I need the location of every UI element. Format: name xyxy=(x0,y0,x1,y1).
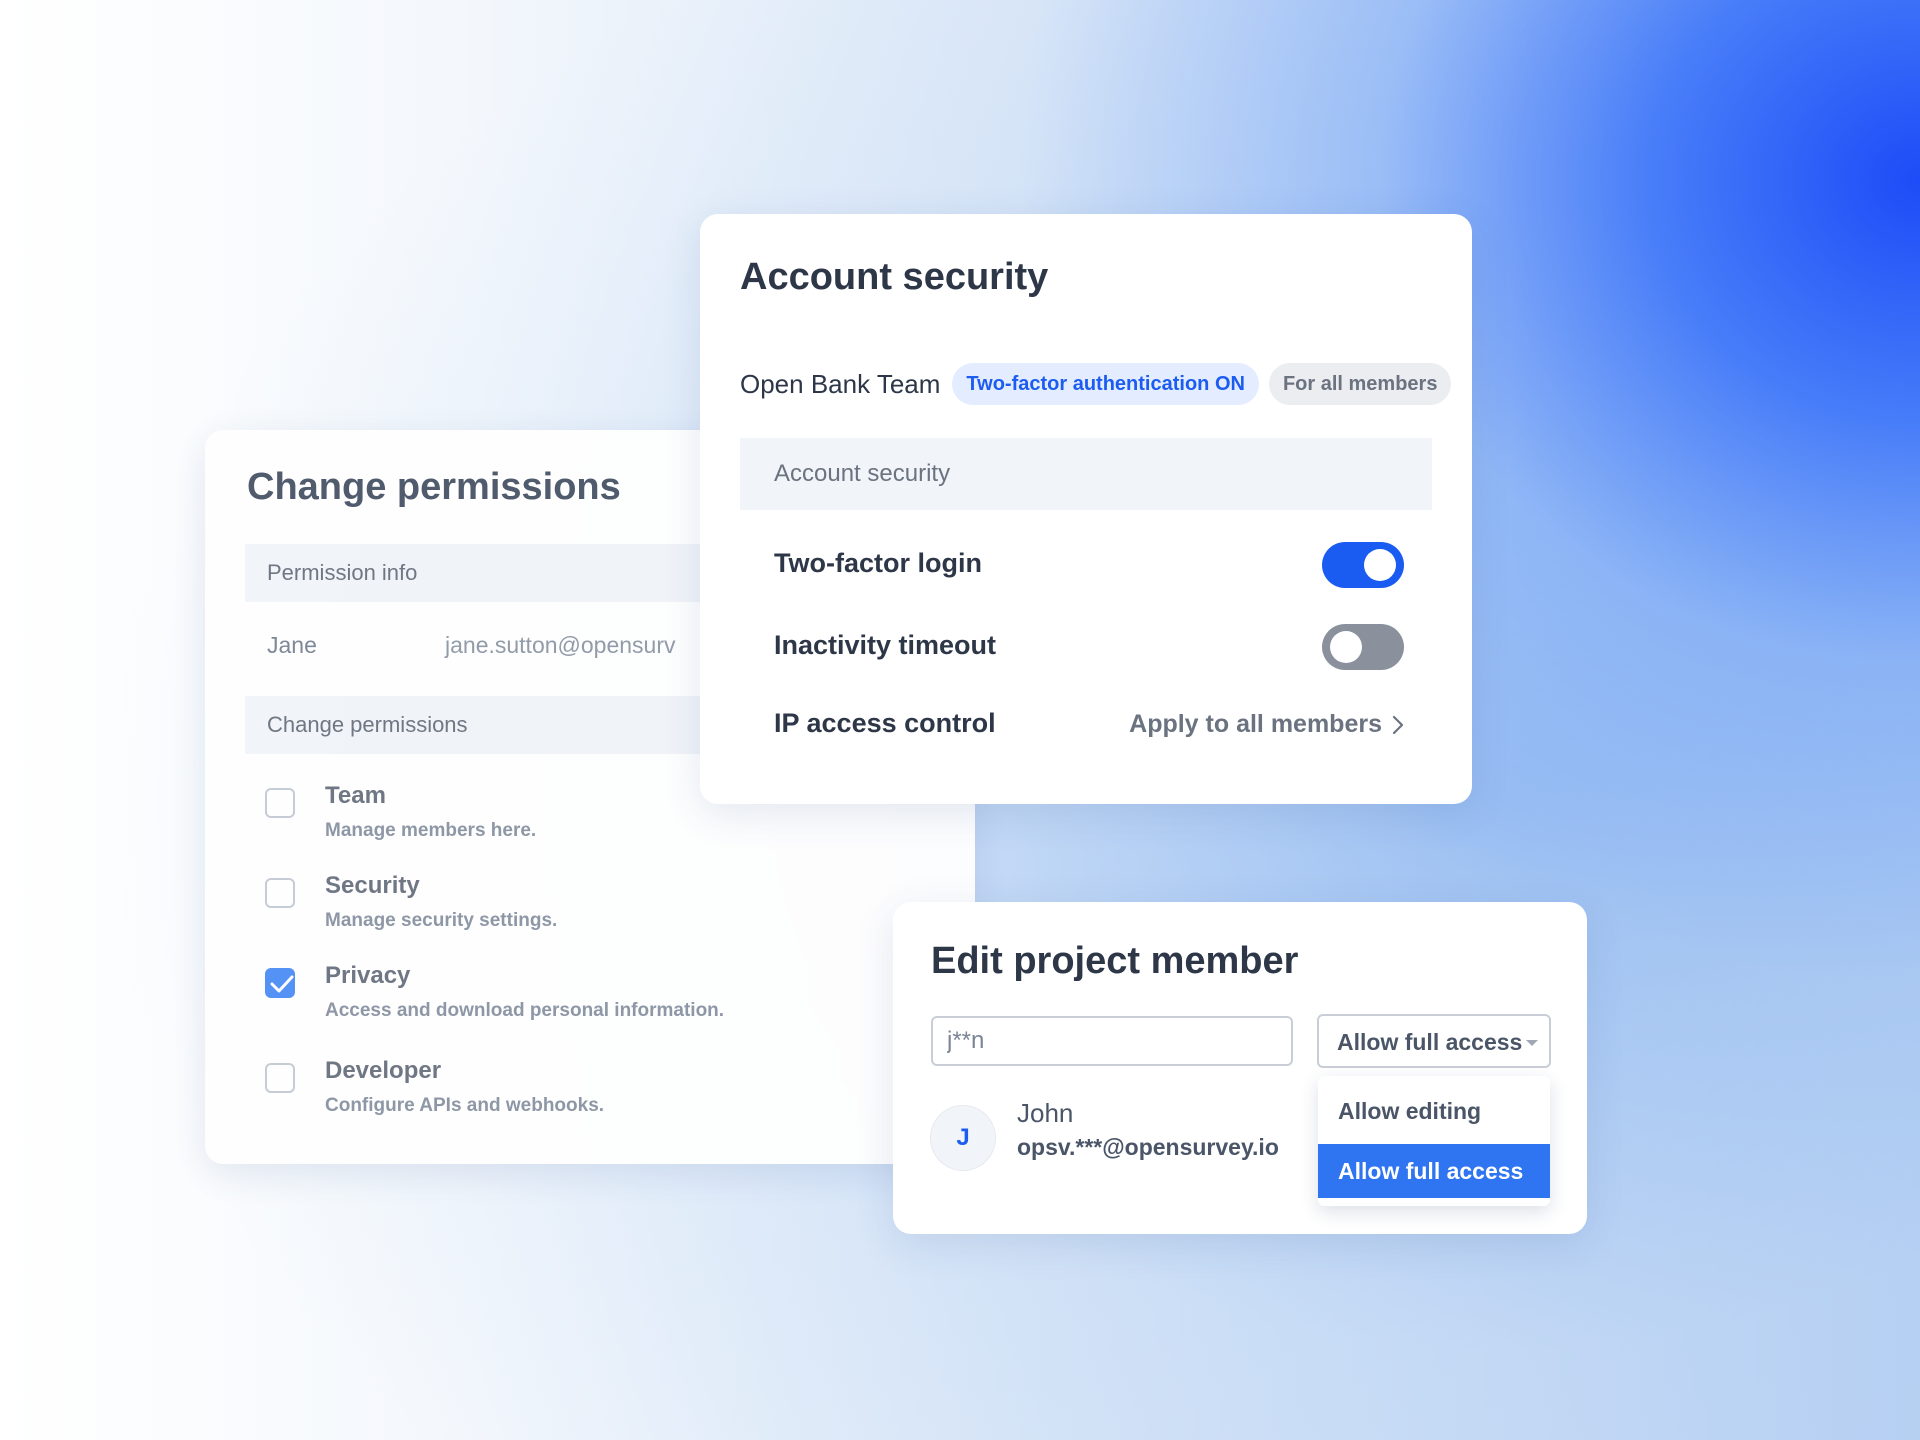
option-allow-editing[interactable]: Allow editing xyxy=(1318,1084,1550,1138)
chevron-right-icon xyxy=(1392,715,1404,734)
permission-description: Manage members here. xyxy=(325,820,537,841)
team-checkbox[interactable] xyxy=(265,788,295,818)
permission-user-row: Jane jane.sutton@opensurv xyxy=(267,632,676,659)
toggle-knob xyxy=(1364,549,1396,581)
two-factor-status-badge: Two-factor authentication ON xyxy=(952,363,1259,405)
inactivity-timeout-toggle[interactable] xyxy=(1322,624,1404,670)
access-level-select[interactable]: Allow full access xyxy=(1317,1014,1551,1068)
ip-access-control-row: IP access control Apply to all members xyxy=(774,700,1404,750)
caret-down-icon xyxy=(1526,1040,1538,1046)
team-row: Open Bank Team Two-factor authentication… xyxy=(740,362,1452,406)
option-allow-full-access[interactable]: Allow full access xyxy=(1318,1144,1550,1198)
account-security-section-header: Account security xyxy=(740,438,1432,510)
security-checkbox[interactable] xyxy=(265,878,295,908)
scope-badge: For all members xyxy=(1268,363,1452,405)
permission-description: Manage security settings. xyxy=(325,910,558,931)
apply-to-all-members-link[interactable]: Apply to all members xyxy=(1129,710,1404,739)
permission-description: Access and download personal information… xyxy=(325,1000,725,1021)
access-level-value: Allow full access xyxy=(1337,1029,1523,1055)
toggle-knob xyxy=(1330,631,1362,663)
permission-description: Configure APIs and webhooks. xyxy=(325,1095,605,1116)
permission-name: Security xyxy=(325,872,420,899)
developer-checkbox[interactable] xyxy=(265,1063,295,1093)
permission-name: Privacy xyxy=(325,962,411,989)
permission-name: Developer xyxy=(325,1057,442,1084)
inactivity-timeout-label: Inactivity timeout xyxy=(774,630,997,660)
permission-name: Team xyxy=(325,782,386,809)
avatar: J xyxy=(931,1106,995,1170)
member-name: John xyxy=(1017,1098,1074,1128)
privacy-checkbox[interactable] xyxy=(265,968,295,998)
access-level-dropdown: Allow editing Allow full access xyxy=(1318,1076,1550,1206)
team-name: Open Bank Team xyxy=(740,368,941,399)
permission-user-name: Jane xyxy=(267,632,317,658)
member-email: opsv.***@opensurvey.io xyxy=(1017,1134,1279,1160)
change-permissions-title: Change permissions xyxy=(247,466,621,508)
ip-access-control-label: IP access control xyxy=(774,708,996,738)
account-security-title: Account security xyxy=(740,256,1049,298)
two-factor-login-row: Two-factor login xyxy=(774,540,1404,590)
permission-user-email: jane.sutton@opensurv xyxy=(445,632,676,658)
apply-link-label: Apply to all members xyxy=(1129,710,1382,738)
inactivity-timeout-row: Inactivity timeout xyxy=(774,622,1404,672)
member-search-input[interactable] xyxy=(931,1016,1293,1066)
account-security-card: Account security Open Bank Team Two-fact… xyxy=(700,214,1472,804)
two-factor-login-toggle[interactable] xyxy=(1322,542,1404,588)
checkmark-icon xyxy=(270,975,294,993)
edit-member-title: Edit project member xyxy=(931,940,1299,982)
two-factor-login-label: Two-factor login xyxy=(774,548,982,578)
